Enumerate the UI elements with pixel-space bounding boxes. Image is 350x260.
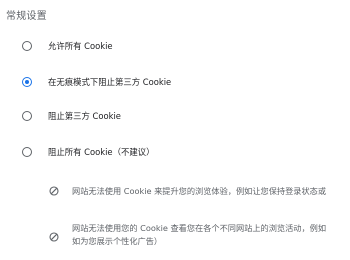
note-text-line-1: 网站无法使用您的 Cookie 查看您在各个不同网站上的浏览活动，例如 — [72, 223, 327, 233]
section-title: 常规设置 — [6, 11, 47, 22]
radio-block-third-party-incognito[interactable] — [22, 77, 32, 87]
block-all-note-1: 网站无法使用 Cookie 来提升您的浏览体验，例如让您保持登录状态或 — [0, 180, 350, 202]
note-text: 网站无法使用 Cookie 来提升您的浏览体验，例如让您保持登录状态或 — [72, 186, 327, 196]
option-allow-all-cookies[interactable]: 允许所有 Cookie — [0, 36, 350, 56]
block-icon — [49, 232, 59, 242]
radio-allow-all[interactable] — [22, 41, 32, 51]
block-all-note-2: 网站无法使用您的 Cookie 查看您在各个不同网站上的浏览活动，例如 如为您展… — [0, 219, 350, 255]
option-label: 阻止第三方 Cookie — [48, 111, 121, 121]
option-block-third-party-incognito[interactable]: 在无痕模式下阻止第三方 Cookie — [0, 72, 350, 92]
radio-block-all[interactable] — [22, 147, 32, 157]
option-label: 阻止所有 Cookie（不建议） — [48, 147, 155, 157]
option-label: 在无痕模式下阻止第三方 Cookie — [48, 77, 172, 87]
option-block-third-party[interactable]: 阻止第三方 Cookie — [0, 106, 350, 126]
option-label: 允许所有 Cookie — [48, 41, 113, 51]
option-block-all-cookies[interactable]: 阻止所有 Cookie（不建议） — [0, 142, 350, 162]
note-text-line-2: 如为您展示个性化广告） — [72, 236, 163, 246]
block-icon — [49, 186, 59, 196]
radio-block-third-party[interactable] — [22, 111, 32, 121]
